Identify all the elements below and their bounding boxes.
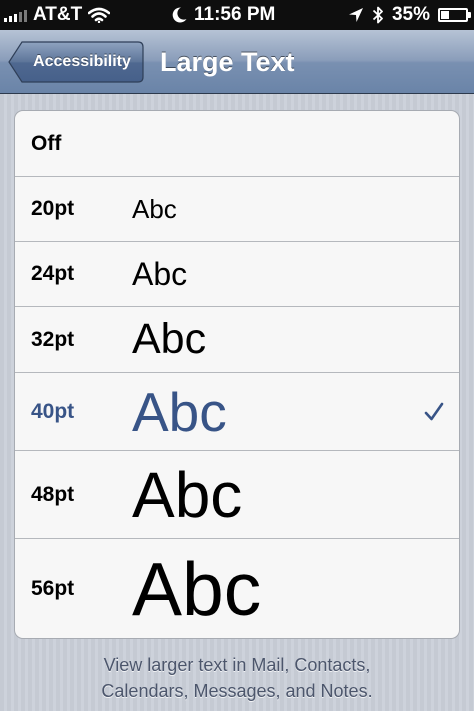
size-option-label: 40pt	[31, 399, 75, 423]
battery-level-fill	[441, 11, 449, 19]
status-bar-right: 35%	[348, 0, 471, 30]
size-sample-text: Abc	[132, 546, 262, 631]
size-option-label: 20pt	[31, 197, 75, 220]
size-option-label: 24pt	[31, 262, 75, 285]
back-button[interactable]: Accessibility	[8, 41, 144, 83]
size-option-label: 56pt	[31, 576, 75, 600]
size-sample-text: Abc	[132, 315, 207, 363]
size-option-label: Off	[31, 131, 62, 155]
size-option-label: 48pt	[31, 482, 75, 506]
size-option-off[interactable]: Off	[15, 111, 459, 176]
size-option-20pt[interactable]: 20pt Abc	[15, 176, 459, 241]
page-title: Large Text	[160, 47, 295, 77]
footer-note-line-1: View larger text in Mail, Contacts,	[103, 655, 371, 675]
status-time: 11:56 PM	[194, 4, 276, 25]
size-option-56pt[interactable]: 56pt Abc	[15, 538, 459, 638]
location-arrow-icon	[348, 8, 363, 22]
navigation-bar: Accessibility Large Text	[0, 30, 474, 94]
bluetooth-icon	[372, 6, 383, 24]
footer-note: View larger text in Mail, Contacts, Cale…	[0, 652, 474, 704]
size-option-24pt[interactable]: 24pt Abc	[15, 241, 459, 306]
back-button-label: Accessibility	[33, 53, 131, 70]
size-sample-text: Abc	[132, 458, 243, 531]
carrier-name: AT&T	[33, 4, 83, 25]
text-size-list: Off 20pt Abc 24pt Abc 32pt Abc 40pt Abc …	[14, 110, 460, 639]
status-bar-left: AT&T	[4, 0, 111, 30]
size-option-label: 32pt	[31, 327, 75, 351]
size-option-48pt[interactable]: 48pt Abc	[15, 450, 459, 538]
size-sample-text: Abc	[132, 255, 188, 292]
wifi-icon	[88, 7, 111, 23]
checkmark-icon	[424, 402, 444, 420]
size-option-40pt[interactable]: 40pt Abc	[15, 372, 459, 450]
footer-note-line-2: Calendars, Messages, and Notes.	[101, 681, 373, 701]
battery-percent: 35%	[391, 4, 430, 25]
battery-icon	[438, 8, 471, 22]
status-bar: AT&T 11:56 PM 35%	[0, 0, 474, 30]
moon-icon	[172, 7, 187, 23]
status-bar-center: 11:56 PM	[170, 0, 275, 30]
signal-bars-icon	[4, 8, 27, 22]
size-sample-text: Abc	[132, 380, 227, 443]
size-sample-text: Abc	[132, 193, 177, 224]
size-option-32pt[interactable]: 32pt Abc	[15, 306, 459, 372]
